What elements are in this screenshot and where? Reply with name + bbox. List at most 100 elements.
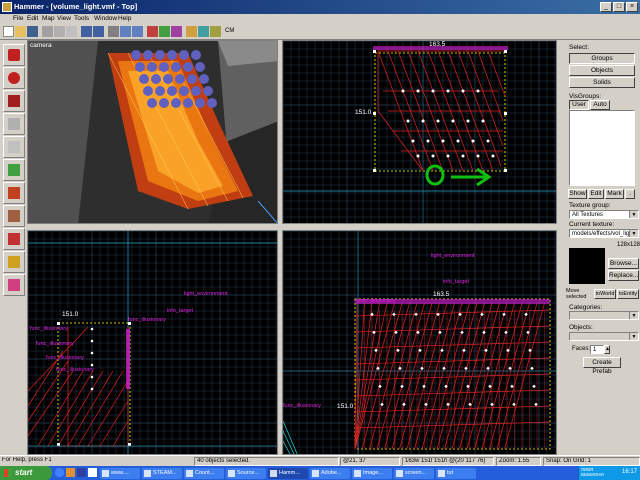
new-file-icon[interactable] [3,26,14,37]
menu-edit[interactable]: Edit [27,15,38,22]
task-www[interactable]: www.... [100,468,140,479]
show-button[interactable]: Show [568,189,587,199]
visgroups-more-button[interactable]: . [625,189,635,199]
camera-viewport[interactable]: camera [27,40,278,224]
carve-icon[interactable] [147,26,158,37]
decal-tool[interactable] [3,205,25,227]
hide-icon[interactable] [186,26,197,37]
side-height-dimension: 151.0 [337,403,354,410]
task-steam[interactable]: STEAM... [142,468,182,479]
menu-map[interactable]: Map [42,15,55,22]
adobe-icon [312,470,319,477]
ie-quicklaunch-icon[interactable] [55,468,64,477]
edit-button[interactable]: Edit [588,189,604,199]
side-label-light-environment: light_environment [431,253,475,259]
copy-icon[interactable] [54,26,65,37]
categories-dropdown[interactable]: ▼ [569,311,639,320]
front-label-func-illusionary-1: func_illusionary [128,317,166,323]
current-texture-dropdown[interactable]: models/effects/vol_ligh ▼ [569,229,639,238]
faces-spinner[interactable]: ▲ [604,345,610,354]
to-world-button[interactable]: toWorld [594,289,616,299]
texture-lock-icon[interactable] [198,26,209,37]
mark-button[interactable]: Mark [605,189,624,199]
image-icon [354,470,361,477]
cut-icon[interactable] [42,26,53,37]
front-label-func-illusionary-3: func_illusionary [36,341,74,347]
task-tut[interactable]: tut [436,468,476,479]
create-prefab-button[interactable]: Create Prefab [583,357,621,375]
redo-icon[interactable] [93,26,104,37]
task-source[interactable]: Source... [226,468,266,479]
side-viewport[interactable]: 163.5 151.0 light_environment info_targe… [282,230,557,455]
dropdown-arrow-icon: ▼ [629,211,638,218]
task-adobe[interactable]: Adobe... [310,468,350,479]
block-tool[interactable] [3,136,25,158]
camera-icon [8,95,20,107]
desktop-quicklaunch-icon[interactable] [88,468,97,477]
ungroup-icon[interactable] [171,26,182,37]
menu-tools[interactable]: Tools [74,15,89,22]
undo-icon[interactable] [81,26,92,37]
entity-icon [8,118,20,130]
top-view-render [283,41,556,223]
tool-palette [0,40,27,455]
window-title: Hammer - [volume_light.vmf - Top] [14,2,138,11]
task-image[interactable]: Image... [352,468,392,479]
grid-smaller-icon[interactable] [120,26,131,37]
status-snap: Snap: On Grid: 1 [543,457,640,466]
task-counter-strike[interactable]: Count... [184,468,224,479]
tab-auto[interactable]: Auto [590,100,610,110]
hammer-app-icon[interactable] [2,2,12,12]
run-map-icon[interactable] [210,26,221,37]
minimize-button[interactable]: _ [600,2,612,12]
start-button[interactable]: start [0,466,52,480]
open-folder-icon[interactable] [15,26,26,37]
clipping-tool[interactable] [3,228,25,250]
save-icon[interactable] [27,26,38,37]
path-tool[interactable] [3,274,25,296]
select-solids-button[interactable]: Solids [569,77,635,88]
selection-tool[interactable] [3,44,25,66]
selection-arrow-icon [8,49,20,61]
to-entity-button[interactable]: toEntity [617,289,639,299]
select-groups-button[interactable]: Groups [569,53,635,64]
texture-group-label: Texture group: [569,202,611,209]
group-icon[interactable] [159,26,170,37]
task-hammer[interactable]: Hamm... [268,468,308,479]
browse-button[interactable]: Browse... [608,258,639,269]
visgroups-list[interactable] [569,110,635,186]
menu-view[interactable]: View [57,15,71,22]
faces-value: 1 [593,347,597,353]
faces-input[interactable]: 1 [590,345,604,354]
tab-user[interactable]: User [569,100,589,110]
objects-dropdown[interactable]: ▼ [569,332,639,341]
firefox-quicklaunch-icon[interactable] [66,468,75,477]
grid-larger-icon[interactable] [132,26,143,37]
paste-icon[interactable] [66,26,77,37]
entity-tool[interactable] [3,113,25,135]
task-screen[interactable]: screen... [394,468,434,479]
maximize-button[interactable]: □ [613,2,625,12]
menu-window[interactable]: Window [94,15,117,22]
replace-button[interactable]: Replace... [608,270,639,281]
side-width-dimension: 163.5 [433,291,450,298]
magnify-tool[interactable] [3,67,25,89]
top-viewport[interactable]: 163.5 151.0 [282,40,557,224]
grid-toggle-icon[interactable] [108,26,119,37]
path-icon [8,279,20,291]
front-viewport[interactable]: 151.0 light_environment info_target func… [27,230,278,455]
media-quicklaunch-icon[interactable] [77,468,86,477]
categories-label: Categories: [569,304,603,311]
texture-group-dropdown[interactable]: All Textures ▼ [569,210,639,219]
camera-tool[interactable] [3,90,25,112]
close-button[interactable]: × [626,2,638,12]
system-tray: ЛИВЯ ВЕБМОНИ 16:17 [578,466,640,480]
texture-application-tool[interactable] [3,159,25,181]
apply-texture-tool[interactable] [3,182,25,204]
menu-file[interactable]: File [13,15,23,22]
menu-help[interactable]: Help [118,15,131,22]
cordon-label[interactable]: CM [225,28,234,34]
vertex-tool[interactable] [3,251,25,273]
select-objects-button[interactable]: Objects [569,65,635,76]
decal-icon [8,210,20,222]
